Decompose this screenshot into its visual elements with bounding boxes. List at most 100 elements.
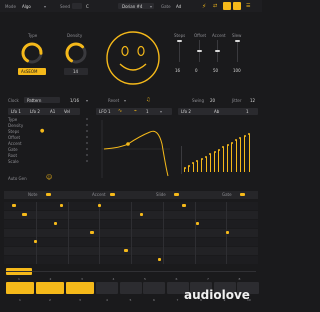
mod-slider-handle[interactable] xyxy=(197,50,202,52)
page-number: 8 xyxy=(238,277,241,281)
sequencer-note[interactable] xyxy=(12,204,16,207)
sequencer-note[interactable] xyxy=(54,222,57,225)
lane-label-accent[interactable]: Accent xyxy=(92,192,106,197)
mod-slider-track[interactable] xyxy=(179,40,180,62)
mode-select[interactable]: Algo xyxy=(22,4,31,9)
step-pad[interactable] xyxy=(96,282,118,294)
sequencer-note[interactable] xyxy=(124,249,128,252)
lfo2-step-cap xyxy=(248,132,250,135)
lane-label-note[interactable]: Note xyxy=(28,192,37,197)
lfo2-step-bar[interactable] xyxy=(209,154,211,172)
lfo2-step-cap xyxy=(209,153,212,156)
pad-number: 3 xyxy=(79,298,81,302)
layout-button[interactable] xyxy=(233,2,241,10)
lfo2-step-bar[interactable] xyxy=(201,158,203,172)
lfo2-step-bar[interactable] xyxy=(196,161,198,172)
pad-number: 7 xyxy=(176,298,179,302)
lfo2-step-bar[interactable] xyxy=(205,156,207,172)
note-icon[interactable]: ♫ xyxy=(146,97,150,103)
division-select[interactable]: 1/16 xyxy=(70,98,79,103)
type-knob[interactable] xyxy=(20,41,44,65)
step-pad[interactable] xyxy=(6,282,34,294)
page-number: 5 xyxy=(144,277,146,281)
mod-value-offset: 0 xyxy=(195,68,198,73)
lfo2-step-bar[interactable] xyxy=(244,135,246,172)
page-number: 6 xyxy=(175,277,178,281)
lfo1-curve-display[interactable] xyxy=(100,118,172,180)
randomize-icon[interactable]: ⚡ xyxy=(202,3,206,10)
swing-value[interactable]: 20 xyxy=(210,98,215,103)
chevron-down-icon: ▾ xyxy=(44,4,47,9)
step-pad[interactable] xyxy=(143,282,165,294)
sequencer-note[interactable] xyxy=(140,213,143,216)
sequencer-note[interactable] xyxy=(34,240,37,243)
lfo2-step-bar[interactable] xyxy=(231,142,233,172)
step-pad[interactable] xyxy=(119,282,142,294)
tab-a1[interactable]: A1 xyxy=(50,109,55,114)
lfo2-step-bar[interactable] xyxy=(239,138,241,172)
mod-slider-handle[interactable] xyxy=(177,40,182,42)
menu-icon[interactable]: ☰ xyxy=(246,3,250,9)
mode-label: Mode xyxy=(5,4,16,9)
lfo1-rate[interactable]: 1 xyxy=(146,109,149,114)
param-dot xyxy=(86,154,88,156)
scale-value: Dorian #4 xyxy=(122,4,143,9)
page-number: 4 xyxy=(112,277,115,281)
step-pad[interactable] xyxy=(66,282,94,294)
gate-value[interactable]: Ad xyxy=(176,4,181,9)
mod-slider-track[interactable] xyxy=(237,40,238,62)
steps-indicator-icon[interactable]: ● xyxy=(40,128,44,134)
sequencer-note[interactable] xyxy=(182,204,186,207)
param-dot xyxy=(86,142,88,144)
lane-marker xyxy=(174,193,179,196)
sequencer-note[interactable] xyxy=(22,213,27,216)
lfo2-mode[interactable]: Ab xyxy=(214,109,219,114)
tab-lfo-1[interactable]: Lfo 1 xyxy=(11,109,21,114)
page-number: 1 xyxy=(18,277,20,281)
sequencer-note[interactable] xyxy=(196,222,199,225)
lfo2-step-bar[interactable] xyxy=(248,133,250,172)
lfo2-step-cap xyxy=(213,150,216,153)
density-knob[interactable] xyxy=(64,41,88,65)
lfo2-axis xyxy=(181,146,182,174)
clock-label: Clock xyxy=(8,98,19,103)
tab-lfo-2[interactable]: Lfo 2 xyxy=(30,109,40,114)
param-label-root: Root xyxy=(8,153,18,158)
shuffle-icon[interactable]: ⇄ xyxy=(213,3,217,9)
sequencer-note[interactable] xyxy=(90,231,94,234)
lfo2-step-bar[interactable] xyxy=(227,145,228,172)
mod-slider-handle[interactable] xyxy=(215,50,220,52)
lfo2-value[interactable]: 1 xyxy=(246,109,249,114)
pad-number: 5 xyxy=(129,298,132,302)
smiley-face-icon xyxy=(106,31,160,85)
sequencer-note[interactable] xyxy=(226,231,229,234)
sine-wave-icon[interactable]: ∿ xyxy=(118,108,122,114)
lane-label-gate[interactable]: Gate xyxy=(222,192,232,197)
lane-label-slide[interactable]: Slide xyxy=(156,192,166,197)
sequencer-note[interactable] xyxy=(98,204,101,207)
step-pad[interactable] xyxy=(36,282,64,294)
type-value: AsSEOM xyxy=(21,69,38,74)
density-knob-label: Density xyxy=(67,33,83,38)
jitter-value[interactable]: 12 xyxy=(250,98,255,103)
sequencer-note[interactable] xyxy=(60,204,63,207)
grid-view-button[interactable] xyxy=(223,2,231,10)
lfo1-handle[interactable] xyxy=(126,142,130,146)
reset-label: Reset xyxy=(108,98,120,103)
lfo2-step-bar[interactable] xyxy=(235,140,237,172)
phase-icon[interactable]: ⌁ xyxy=(134,108,137,114)
mod-slider-handle[interactable] xyxy=(235,40,240,42)
smiley-small-icon[interactable]: ☺ xyxy=(46,174,52,181)
lfo2-step-bar[interactable] xyxy=(192,163,194,172)
lfo2-step-bar[interactable] xyxy=(218,149,220,172)
sequencer-note[interactable] xyxy=(158,258,161,261)
lfo2-label: Lfo 2 xyxy=(181,109,191,114)
tab-vel[interactable]: Vel xyxy=(64,109,70,114)
pad-number: 4 xyxy=(106,298,108,302)
lfo2-step-bar[interactable] xyxy=(214,151,216,172)
mod-value-accent: 50 xyxy=(213,68,219,73)
mod-value-slew: 100 xyxy=(233,68,241,73)
seed-field[interactable] xyxy=(72,3,82,9)
lane-marker xyxy=(110,193,115,196)
lfo2-step-bar[interactable] xyxy=(222,147,224,172)
